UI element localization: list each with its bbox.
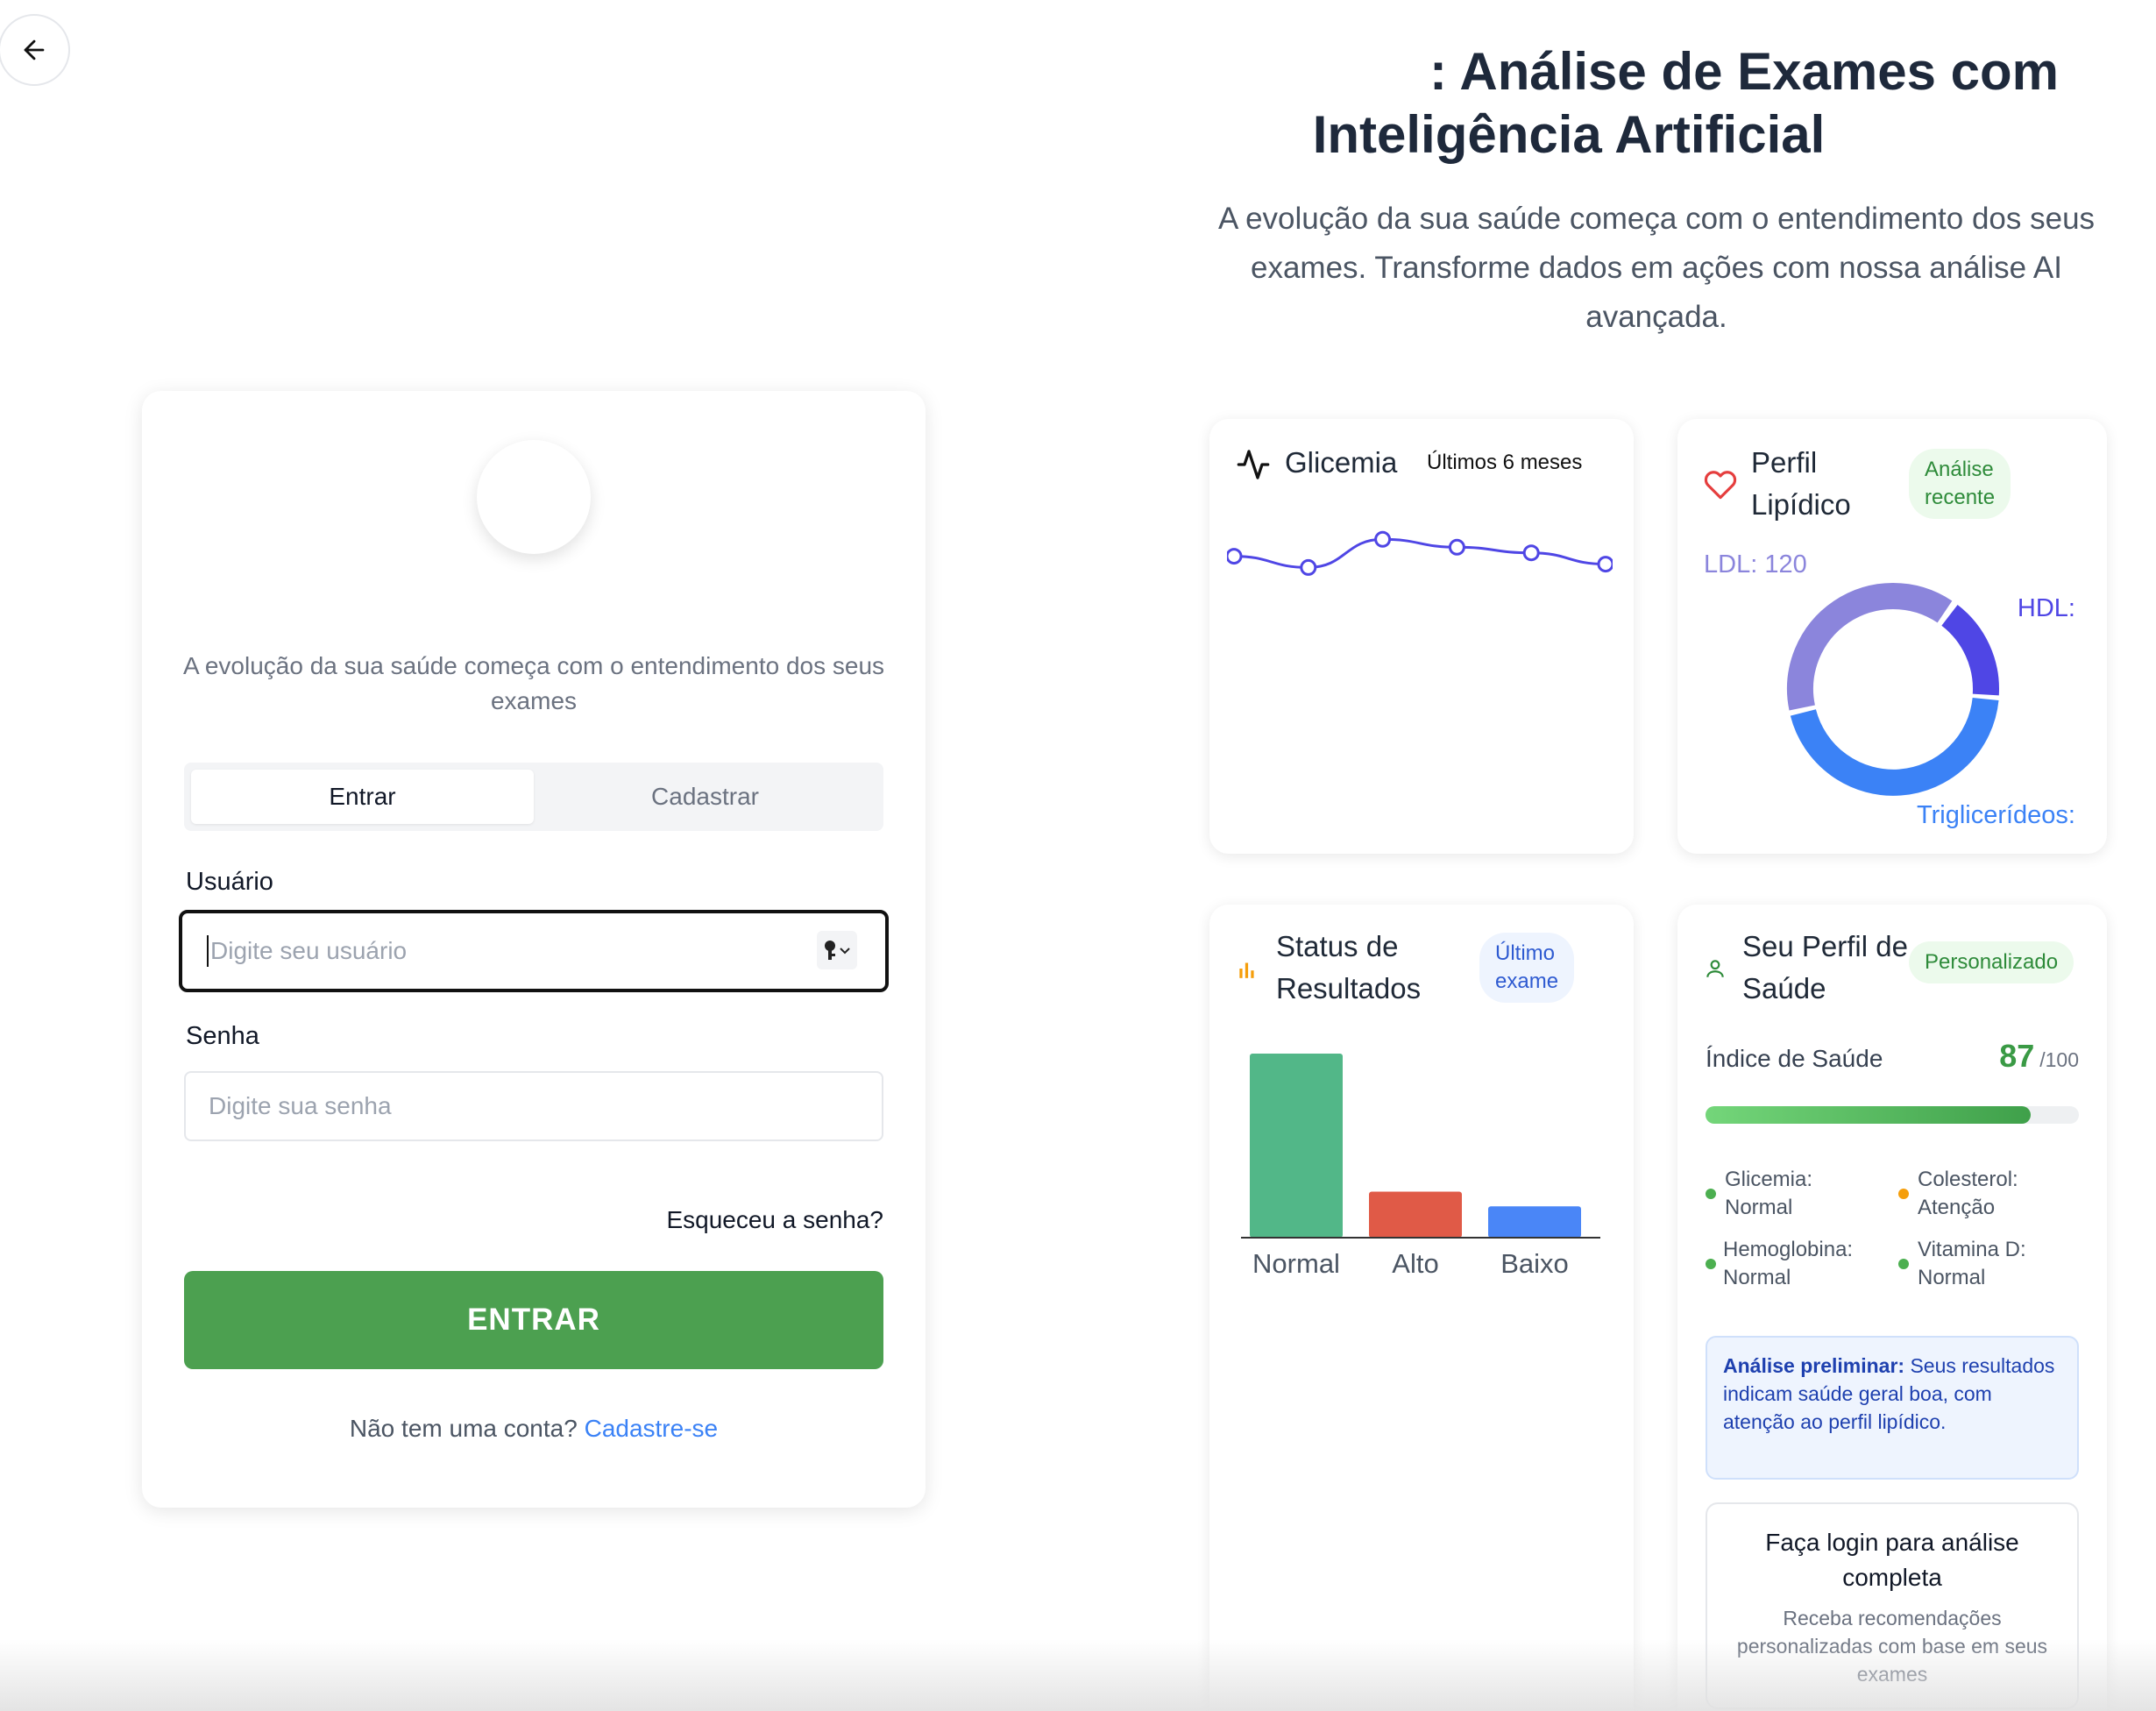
item-name: Glicemia:: [1725, 1168, 1813, 1191]
health-profile-title: Seu Perfil de Saúde: [1742, 926, 1908, 1010]
logo-avatar: [477, 440, 591, 554]
login-card: A evolução da sua saúde começa com o ent…: [142, 391, 926, 1508]
glicemia-point: [1300, 558, 1317, 576]
health-score-max: /100: [2039, 1048, 2079, 1071]
hero-title: : Análise de Exames com Inteligência Art…: [1209, 40, 2121, 167]
password-manager-key-icon[interactable]: [817, 931, 857, 969]
status-dot: [1898, 1189, 1909, 1199]
user-placeholder: Digite seu usuário: [210, 937, 408, 964]
signup-prompt: Não tem uma conta? Cadastre-se: [142, 1415, 926, 1443]
item-status: Normal: [1723, 1266, 1791, 1289]
hdl-slice: [1941, 605, 1999, 696]
lipid-title-line2: Lipídico: [1751, 488, 1851, 521]
item-status: Atenção: [1918, 1196, 1996, 1219]
badge-line2: recente: [1925, 486, 1996, 509]
lipid-donut-chart: [1787, 583, 1999, 796]
status-card: Status de Resultados Último exame Normal…: [1209, 905, 1634, 1711]
x-tick-label: Baixo: [1500, 1248, 1569, 1279]
glicemia-title: Glicemia: [1285, 446, 1398, 479]
health-item-hemoglobina: Hemoglobina: Normal: [1723, 1236, 1853, 1292]
lipid-title-line1: Perfil: [1751, 446, 1818, 479]
health-index-label: Índice de Saúde: [1706, 1045, 1883, 1072]
arrow-left-icon: [24, 39, 45, 60]
recent-analysis-badge: Análise recente: [1909, 449, 2011, 519]
glicemia-point: [1448, 538, 1465, 556]
bottom-fade: [0, 1639, 2156, 1711]
glicemia-point: [1597, 556, 1613, 573]
triglycerides-label: Triglicerídeos:: [1916, 801, 2075, 829]
last-exam-badge: Último exame: [1479, 933, 1575, 1003]
glicemia-period: Últimos 6 meses: [1427, 451, 1583, 474]
status-title-line1: Status de: [1276, 930, 1399, 962]
activity-icon: [1237, 450, 1270, 479]
login-submit-button[interactable]: ENTRAR: [184, 1271, 883, 1369]
health-score: 87 /100: [1999, 1038, 2079, 1075]
glicemia-card: Glicemia Últimos 6 meses: [1209, 419, 1634, 854]
health-progress-track: [1706, 1106, 2079, 1124]
preliminary-analysis-box: Análise preliminar: Seus resultados indi…: [1706, 1336, 2079, 1480]
password-label: Senha: [186, 1022, 259, 1050]
hero-title-line1: : Análise de Exames com: [1429, 42, 2060, 101]
hero-subtitle: A evolução da sua saúde começa com o ent…: [1217, 202, 2096, 334]
bar-chart-icon: [1239, 962, 1254, 978]
hero-title-line2: Inteligência Artificial: [1312, 105, 1826, 164]
x-tick-label: Alto: [1392, 1248, 1438, 1279]
bar-alto: [1369, 1191, 1462, 1238]
item-name: Hemoglobina:: [1723, 1238, 1854, 1261]
hdl-label: HDL:: [2017, 594, 2075, 622]
lipid-title: Perfil Lipídico: [1751, 442, 1851, 526]
badge-line2: exame: [1495, 969, 1559, 993]
bar-normal: [1250, 1054, 1343, 1238]
lipid-card: Perfil Lipídico Análise recente LDL: 120…: [1677, 419, 2107, 854]
login-tagline: A evolução da sua saúde começa com o ent…: [182, 652, 885, 714]
no-account-text: Não tem uma conta?: [349, 1415, 578, 1442]
item-status: Normal: [1725, 1196, 1793, 1219]
glicemia-point: [1227, 548, 1243, 565]
login-hint-title: Faça login para análise completa: [1765, 1529, 2019, 1591]
profile-title-line1: Seu Perfil de: [1742, 930, 1908, 962]
health-item-glicemia: Glicemia: Normal: [1725, 1166, 1812, 1222]
forgot-password-link[interactable]: Esqueceu a senha?: [666, 1206, 883, 1234]
auth-tabs: Entrar Cadastrar: [184, 763, 883, 831]
badge-line1: Último: [1495, 941, 1556, 965]
status-dot: [1706, 1189, 1716, 1199]
user-label: Usuário: [186, 868, 273, 896]
status-title-line2: Resultados: [1276, 972, 1422, 1005]
health-item-vitamina-d: Vitamina D: Normal: [1918, 1236, 2026, 1292]
password-placeholder: Digite sua senha: [209, 1092, 392, 1119]
status-bar-chart: Normal Alto Baixo: [1241, 1054, 1600, 1279]
health-progress-fill: [1706, 1106, 2031, 1124]
bar-baixo: [1488, 1206, 1581, 1238]
signup-link[interactable]: Cadastre-se: [585, 1415, 719, 1442]
password-input[interactable]: Digite sua senha: [184, 1071, 883, 1141]
health-item-colesterol: Colesterol: Atenção: [1918, 1166, 2018, 1222]
user-input[interactable]: Digite seu usuário: [179, 910, 889, 992]
profile-title-line2: Saúde: [1742, 972, 1826, 1005]
item-name: Colesterol:: [1918, 1168, 2018, 1191]
status-dot: [1898, 1259, 1909, 1269]
personalized-badge: Personalizado: [1909, 941, 2074, 983]
item-status: Normal: [1918, 1266, 1986, 1289]
status-title: Status de Resultados: [1276, 926, 1421, 1010]
health-profile-card: Seu Perfil de Saúde Personalizado Índice…: [1677, 905, 2107, 1711]
back-button[interactable]: [0, 14, 70, 86]
prelim-bold: Análise preliminar:: [1723, 1354, 1905, 1377]
glicemia-point: [1522, 544, 1540, 562]
glicemia-point: [1374, 530, 1392, 548]
health-score-value: 87: [1999, 1038, 2035, 1074]
badge-line1: Análise: [1925, 458, 1994, 481]
tab-cadastrar[interactable]: Cadastrar: [534, 770, 876, 824]
glicemia-line-chart: [1227, 530, 1613, 576]
triglycerides-slice: [1790, 697, 1999, 796]
user-icon: [1706, 960, 1724, 977]
ldl-slice: [1787, 583, 1953, 711]
x-tick-label: Normal: [1252, 1248, 1340, 1279]
glicemia-series-line: [1233, 537, 1606, 569]
tab-entrar[interactable]: Entrar: [191, 770, 534, 824]
item-name: Vitamina D:: [1918, 1238, 2026, 1261]
text-caret: [207, 935, 209, 967]
heart-icon: [1704, 471, 1737, 500]
status-dot: [1706, 1259, 1716, 1269]
